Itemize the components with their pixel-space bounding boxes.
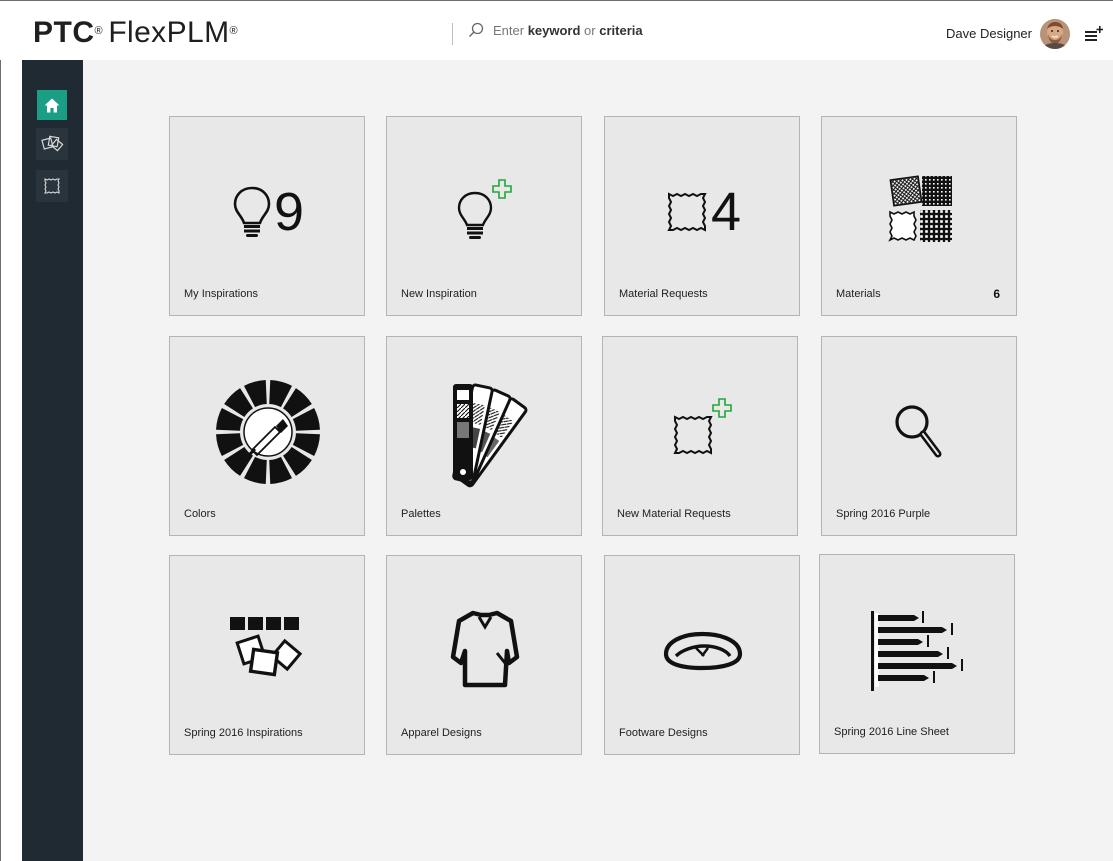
swatch-add-icon bbox=[673, 398, 732, 455]
swatch-icon bbox=[44, 178, 60, 194]
magnifier-icon bbox=[895, 405, 942, 458]
photo-collection-icon bbox=[230, 617, 303, 677]
tile-spring-2016-line-sheet[interactable]: Spring 2016 Line Sheet bbox=[819, 554, 1015, 754]
search-divider bbox=[452, 23, 453, 45]
sweater-icon bbox=[450, 610, 520, 688]
inspirations-count: 9 bbox=[273, 182, 305, 242]
line-sheet-icon bbox=[871, 611, 963, 691]
tile-icon-area bbox=[387, 586, 583, 716]
tile-icon-area bbox=[605, 586, 801, 716]
app-logo[interactable]: PTC® FlexPLM® bbox=[33, 16, 238, 49]
tile-label: Materials bbox=[836, 288, 881, 300]
tile-label: Palettes bbox=[401, 508, 441, 520]
materials-count: 6 bbox=[993, 287, 1000, 301]
tile-icon-area bbox=[170, 367, 366, 497]
sidebar bbox=[22, 60, 83, 861]
tile-label: Spring 2016 Purple bbox=[836, 508, 931, 520]
tile-icon-area bbox=[387, 147, 583, 277]
tile-icon-area bbox=[603, 367, 799, 497]
brand-registered-mark: ® bbox=[94, 25, 103, 37]
user-photo-icon bbox=[1040, 19, 1070, 49]
photos-icon bbox=[41, 135, 64, 152]
shoe-icon bbox=[663, 631, 743, 671]
tile-icon-area: 9 bbox=[170, 147, 366, 277]
material-requests-count: 4 bbox=[710, 182, 742, 242]
color-wheel-icon bbox=[216, 380, 320, 484]
tile-icon-area bbox=[387, 367, 583, 497]
search-bar[interactable]: Enter keyword or criteria bbox=[468, 22, 683, 38]
tile-apparel-designs[interactable]: Apparel Designs bbox=[386, 555, 582, 755]
dashboard: 9 My Inspirations New Inspiration 4 Mate… bbox=[83, 60, 1113, 861]
palette-fan-icon bbox=[452, 383, 528, 488]
search-icon[interactable] bbox=[468, 22, 484, 38]
tile-icon-area: 4 bbox=[605, 147, 801, 277]
user-name[interactable]: Dave Designer bbox=[946, 26, 1032, 41]
tile-footware-designs[interactable]: Footware Designs bbox=[604, 555, 800, 755]
tile-icon-area bbox=[820, 585, 1016, 715]
tile-colors[interactable]: Colors bbox=[169, 336, 365, 536]
lightbulb-add-icon bbox=[457, 179, 512, 239]
tile-spring-2016-inspirations[interactable]: Spring 2016 Inspirations bbox=[169, 555, 365, 755]
sidebar-item-inspirations[interactable] bbox=[36, 128, 68, 160]
avatar[interactable] bbox=[1040, 19, 1070, 49]
tile-label: Apparel Designs bbox=[401, 727, 482, 739]
tile-palettes[interactable]: Palettes bbox=[386, 336, 582, 536]
product-name: FlexPLM bbox=[108, 16, 230, 49]
tile-label: New Inspiration bbox=[401, 288, 477, 300]
home-icon bbox=[44, 98, 60, 112]
sidebar-item-materials[interactable] bbox=[36, 170, 68, 202]
tile-icon-area bbox=[822, 367, 1018, 497]
tile-label: Spring 2016 Line Sheet bbox=[834, 726, 949, 738]
tile-materials[interactable]: Materials 6 bbox=[821, 116, 1017, 316]
lightbulb-icon bbox=[233, 186, 271, 237]
brand-name: PTC bbox=[33, 16, 95, 49]
tile-icon-area bbox=[170, 586, 366, 716]
tile-label: New Material Requests bbox=[617, 508, 731, 520]
tile-my-inspirations[interactable]: 9 My Inspirations bbox=[169, 116, 365, 316]
search-input[interactable] bbox=[493, 22, 683, 38]
swatch-icon bbox=[667, 192, 707, 232]
tile-spring-2016-purple[interactable]: Spring 2016 Purple bbox=[821, 336, 1017, 536]
tile-new-material-requests[interactable]: New Material Requests bbox=[602, 336, 798, 536]
tile-label: My Inspirations bbox=[184, 288, 258, 300]
window-border-left bbox=[0, 0, 1, 861]
product-registered-mark: ® bbox=[229, 25, 238, 37]
tile-label: Footware Designs bbox=[619, 727, 708, 739]
tile-label: Spring 2016 Inspirations bbox=[184, 727, 303, 739]
add-list-menu-icon[interactable] bbox=[1085, 26, 1103, 42]
tile-icon-area bbox=[822, 147, 1018, 277]
app-header: PTC® FlexPLM® Enter keyword or criteria D… bbox=[0, 1, 1113, 60]
fabrics-icon bbox=[888, 175, 952, 242]
tile-material-requests[interactable]: 4 Material Requests bbox=[604, 116, 800, 316]
tile-new-inspiration[interactable]: New Inspiration bbox=[386, 116, 582, 316]
tile-label: Colors bbox=[184, 508, 216, 520]
tile-label: Material Requests bbox=[619, 288, 708, 300]
sidebar-item-home[interactable] bbox=[37, 90, 67, 120]
